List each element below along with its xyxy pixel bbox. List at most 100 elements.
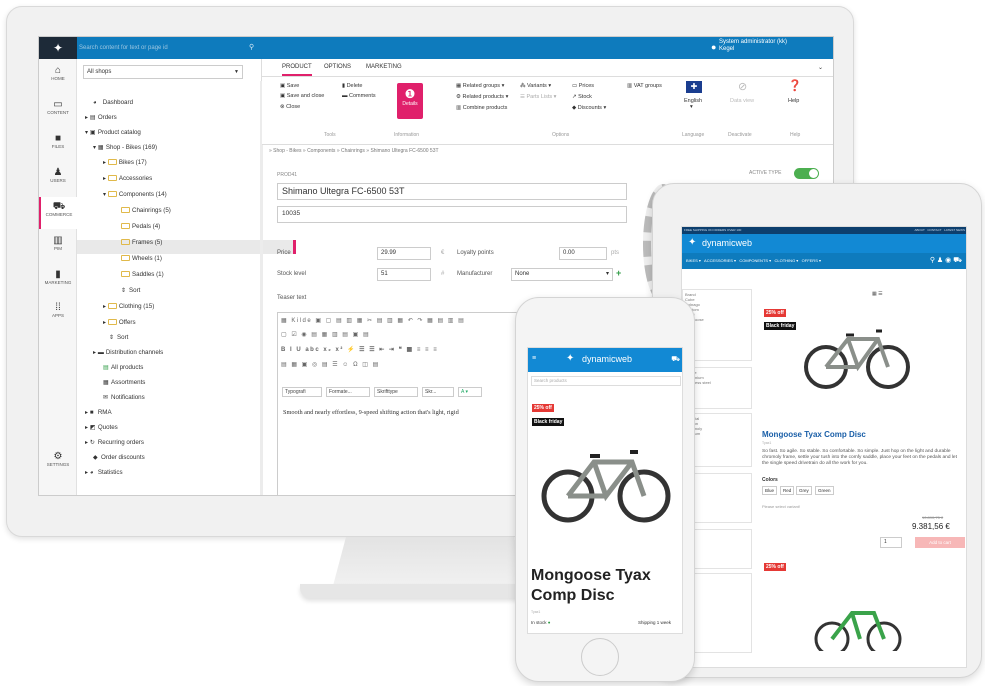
dynamicweb-logo-icon[interactable]: ✦ [39, 37, 77, 59]
tree-item-frames[interactable]: Frames (5) [121, 239, 162, 246]
tree-item-quotes[interactable]: ▸ ◩ Quotes [85, 424, 118, 431]
rail-files[interactable]: ■ FILES [39, 133, 77, 149]
nav-clothing[interactable]: CLOTHING [775, 258, 796, 263]
product-name-field[interactable]: Shimano Ultegra FC-6500 53T [277, 183, 627, 200]
tablet-product-title[interactable]: Mongoose Tyax Comp Disc [762, 430, 866, 439]
menu-icon[interactable]: ≡ [532, 355, 536, 362]
tree-item-components[interactable]: ▾ Components (14) [103, 191, 167, 198]
tree-item-accessories[interactable]: ▸ Accessories [103, 175, 152, 182]
tree-item-chainrings[interactable]: Chainrings (5) [121, 207, 171, 214]
nav-accessories[interactable]: ACCESSORIES [704, 258, 733, 263]
combine-products-button[interactable]: ▥ Combine products [456, 105, 507, 111]
comments-button[interactable]: ▬ Comments [342, 93, 376, 99]
nav-bikes[interactable]: BIKES [686, 258, 698, 263]
rail-apps[interactable]: ⁞⁞ APPS [39, 302, 77, 318]
search-icon[interactable]: ⚲ [249, 37, 254, 59]
user-icon[interactable]: ● [711, 42, 716, 52]
collapse-ribbon-icon[interactable]: ⌄ [818, 64, 823, 71]
tree-item-assortments[interactable]: ▦ Assortments [103, 379, 145, 386]
tab-options[interactable]: OPTIONS [324, 64, 351, 70]
add-to-cart-button[interactable]: Add to cart [915, 537, 965, 548]
delete-button[interactable]: ▮ Delete [342, 83, 362, 89]
variants-button[interactable]: ⁂ Variants ▾ [520, 83, 551, 89]
loyalty-field[interactable]: 0.00 [559, 247, 607, 260]
tree-item-orders[interactable]: ▸ ▤ Orders [85, 114, 117, 121]
tree-item-pedals[interactable]: Pedals (4) [121, 223, 160, 230]
header-icons[interactable]: ⚲ ♟ ◉ ⛟ [930, 253, 962, 269]
color-green[interactable]: Green [815, 486, 834, 495]
tree-item-sort[interactable]: ⇕ Sort [121, 287, 140, 294]
data-view-button[interactable]: Data view [730, 98, 754, 104]
nav-offers[interactable]: OFFERS [802, 258, 818, 263]
rail-commerce[interactable]: ⛟ COMMERCE [39, 197, 77, 229]
manufacturer-select[interactable]: None ▾ [511, 268, 613, 281]
phone-home-button[interactable] [581, 638, 619, 676]
discounts-button[interactable]: ◆ Discounts ▾ [572, 105, 606, 111]
save-and-close-button[interactable]: ▣ Save and close [280, 93, 324, 99]
rail-pim[interactable]: ▥ PIM [39, 235, 77, 251]
rail-content[interactable]: ▭ CONTENT [39, 99, 77, 115]
tree-item-distribution-channels[interactable]: ▸ ▬ Distribution channels [93, 349, 163, 356]
color-grey[interactable]: Grey [796, 486, 812, 495]
stock-field[interactable]: 51 [377, 268, 431, 281]
user-menu[interactable]: System administrator (kk) Kegel [719, 39, 787, 53]
product-number-field[interactable]: 10035 [277, 206, 627, 223]
tree-item-recurring-orders[interactable]: ▸ ↻ Recurring orders [85, 439, 144, 446]
color-red[interactable]: Red [780, 486, 795, 495]
tablet-logo[interactable]: dynamicweb [702, 238, 752, 248]
parts-lists-button[interactable]: ☰ Parts Lists ▾ [520, 94, 556, 100]
help-button[interactable]: Help [788, 98, 799, 104]
rail-home[interactable]: ⌂ HOME [39, 65, 77, 81]
tab-marketing[interactable]: MARKETING [366, 64, 402, 70]
save-button[interactable]: ▣ Save [280, 83, 299, 89]
tab-product[interactable]: PRODUCT [282, 64, 312, 76]
help-icon[interactable]: ❓ [788, 79, 802, 92]
tree-item-all-products[interactable]: ▤ All products [103, 364, 143, 371]
tree-item-wheels[interactable]: Wheels (1) [121, 255, 162, 262]
tree-item-clothing[interactable]: ▸ Clothing (15) [103, 303, 154, 310]
language-button[interactable]: English [684, 98, 702, 104]
add-manufacturer-icon[interactable]: + [616, 268, 621, 278]
price-field[interactable]: 29.99 [377, 247, 431, 260]
format-typography-select[interactable]: Typografi [282, 387, 322, 397]
tree-item-rma[interactable]: ▸ ■ RMA [85, 409, 112, 416]
tree-item-order-discounts[interactable]: ◆ Order discounts [93, 454, 145, 461]
font-size-select[interactable]: Skr... [422, 387, 454, 397]
phone-logo[interactable]: dynamicweb [582, 354, 632, 364]
tree-item-statistics[interactable]: ▸ ◕ Statistics [85, 469, 123, 476]
tree-item-bikes[interactable]: ▸ Bikes (17) [103, 159, 147, 166]
rail-users[interactable]: ♟ USERS [39, 167, 77, 183]
tree-item-product-catalog[interactable]: ▾ ▣ Product catalog [85, 129, 141, 136]
vat-groups-button[interactable]: ▥ VAT groups [627, 83, 662, 89]
tree-item-sort-2[interactable]: ⇕ Sort [109, 334, 128, 341]
cart-icon[interactable]: ⛟ [671, 355, 680, 364]
rail-marketing[interactable]: ▮ MARKETING [39, 269, 77, 285]
tree-item-dashboard[interactable]: ◕ Dashboard [93, 99, 133, 106]
teaser-text-content[interactable]: Smooth and nearly effortless, 9-speed sh… [283, 409, 459, 416]
details-button[interactable]: ❶ Details [397, 83, 423, 119]
tree-item-shop-bikes[interactable]: ▾ ▦ Shop - Bikes (169) [93, 144, 157, 151]
phone-product-title[interactable]: Mongoose Tyax Comp Disc [531, 566, 681, 606]
tree-item-saddles[interactable]: Saddles (1) [121, 271, 164, 278]
phone-search-input[interactable]: Search products [531, 376, 681, 386]
format-style-select[interactable]: Formate... [326, 387, 370, 397]
prices-button[interactable]: ▭ Prices [572, 83, 594, 89]
active-toggle[interactable] [794, 168, 819, 179]
rail-settings[interactable]: ⚙ SETTINGS [39, 451, 77, 467]
text-color-button[interactable]: A ▾ [458, 387, 482, 397]
related-groups-button[interactable]: ▦ Related groups ▾ [456, 83, 504, 89]
tree-item-offers[interactable]: ▸ Offers [103, 319, 136, 326]
tree-item-notifications[interactable]: ✉ Notifications [103, 394, 145, 401]
color-blue[interactable]: Blue [762, 486, 778, 495]
close-button[interactable]: ⊗ Close [280, 104, 300, 110]
shop-select[interactable]: All shops ▼ [83, 65, 243, 79]
related-products-button[interactable]: ⚙ Related products ▾ [456, 94, 508, 100]
uk-flag-icon[interactable]: ✚ [686, 81, 702, 93]
global-search-input[interactable]: Search content for text or page id [79, 37, 259, 59]
grid-list-view-toggle[interactable]: ▦ ☰ [872, 291, 883, 297]
font-family-select[interactable]: Skrifttype [374, 387, 418, 397]
nav-components[interactable]: COMPONENTS [739, 258, 768, 263]
breadcrumb[interactable]: » Shop - Bikes » Components » Chainrings… [269, 148, 439, 154]
stock-button[interactable]: ↗ Stock [572, 94, 592, 100]
quantity-input[interactable]: 1 [880, 537, 902, 548]
